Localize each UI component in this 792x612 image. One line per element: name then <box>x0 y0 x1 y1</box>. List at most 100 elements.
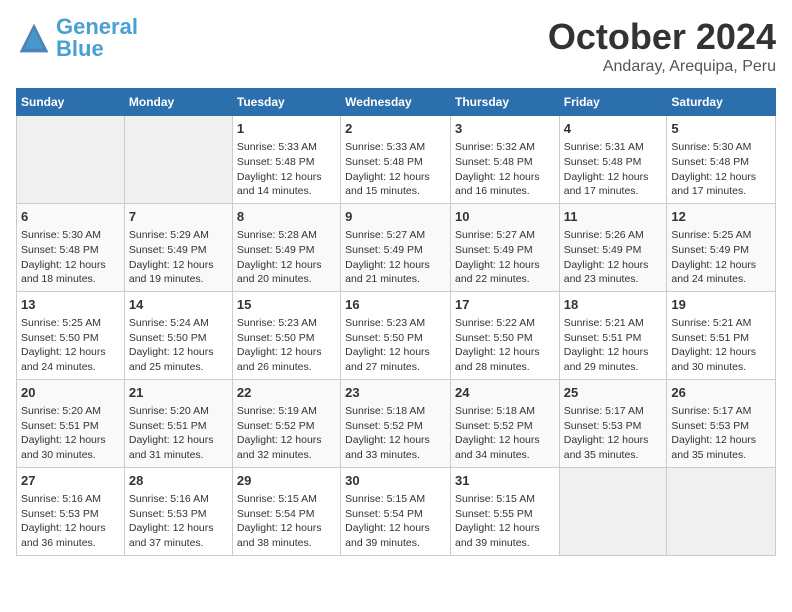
day-number: 16 <box>345 296 446 314</box>
daylight-text: Daylight: 12 hours and 21 minutes. <box>345 258 446 287</box>
day-number: 26 <box>671 384 771 402</box>
calendar-cell: 9 Sunrise: 5:27 AM Sunset: 5:49 PM Dayli… <box>341 203 451 291</box>
day-number: 18 <box>564 296 663 314</box>
calendar-week-row: 27 Sunrise: 5:16 AM Sunset: 5:53 PM Dayl… <box>17 467 776 555</box>
sunset-text: Sunset: 5:49 PM <box>455 243 555 258</box>
day-number: 2 <box>345 120 446 138</box>
sunset-text: Sunset: 5:50 PM <box>345 331 446 346</box>
day-number: 20 <box>21 384 120 402</box>
calendar-cell <box>124 116 232 204</box>
day-number: 5 <box>671 120 771 138</box>
sunset-text: Sunset: 5:51 PM <box>671 331 771 346</box>
sunset-text: Sunset: 5:50 PM <box>21 331 120 346</box>
sunset-text: Sunset: 5:48 PM <box>455 155 555 170</box>
daylight-text: Daylight: 12 hours and 30 minutes. <box>671 345 771 374</box>
daylight-text: Daylight: 12 hours and 39 minutes. <box>345 521 446 550</box>
calendar-body: 1 Sunrise: 5:33 AM Sunset: 5:48 PM Dayli… <box>17 116 776 556</box>
day-number: 24 <box>455 384 555 402</box>
day-number: 12 <box>671 208 771 226</box>
sunrise-text: Sunrise: 5:29 AM <box>129 228 228 243</box>
sunrise-text: Sunrise: 5:15 AM <box>455 492 555 507</box>
sunrise-text: Sunrise: 5:32 AM <box>455 140 555 155</box>
calendar-cell: 18 Sunrise: 5:21 AM Sunset: 5:51 PM Dayl… <box>559 291 667 379</box>
daylight-text: Daylight: 12 hours and 24 minutes. <box>671 258 771 287</box>
sunrise-text: Sunrise: 5:15 AM <box>237 492 336 507</box>
calendar-cell: 27 Sunrise: 5:16 AM Sunset: 5:53 PM Dayl… <box>17 467 125 555</box>
daylight-text: Daylight: 12 hours and 18 minutes. <box>21 258 120 287</box>
day-number: 17 <box>455 296 555 314</box>
day-number: 9 <box>345 208 446 226</box>
sunrise-text: Sunrise: 5:30 AM <box>21 228 120 243</box>
day-number: 19 <box>671 296 771 314</box>
sunrise-text: Sunrise: 5:15 AM <box>345 492 446 507</box>
sunset-text: Sunset: 5:48 PM <box>21 243 120 258</box>
sunset-text: Sunset: 5:52 PM <box>237 419 336 434</box>
sunrise-text: Sunrise: 5:18 AM <box>455 404 555 419</box>
sunset-text: Sunset: 5:48 PM <box>237 155 336 170</box>
daylight-text: Daylight: 12 hours and 26 minutes. <box>237 345 336 374</box>
sunrise-text: Sunrise: 5:22 AM <box>455 316 555 331</box>
daylight-text: Daylight: 12 hours and 36 minutes. <box>21 521 120 550</box>
sunset-text: Sunset: 5:48 PM <box>345 155 446 170</box>
sunset-text: Sunset: 5:53 PM <box>21 507 120 522</box>
sunset-text: Sunset: 5:49 PM <box>671 243 771 258</box>
sunrise-text: Sunrise: 5:33 AM <box>237 140 336 155</box>
calendar-cell: 7 Sunrise: 5:29 AM Sunset: 5:49 PM Dayli… <box>124 203 232 291</box>
calendar-cell: 20 Sunrise: 5:20 AM Sunset: 5:51 PM Dayl… <box>17 379 125 467</box>
daylight-text: Daylight: 12 hours and 16 minutes. <box>455 170 555 199</box>
day-number: 22 <box>237 384 336 402</box>
daylight-text: Daylight: 12 hours and 39 minutes. <box>455 521 555 550</box>
day-number: 10 <box>455 208 555 226</box>
day-number: 30 <box>345 472 446 490</box>
calendar-cell: 22 Sunrise: 5:19 AM Sunset: 5:52 PM Dayl… <box>232 379 340 467</box>
sunset-text: Sunset: 5:53 PM <box>129 507 228 522</box>
weekday-header: Thursday <box>450 89 559 116</box>
sunset-text: Sunset: 5:48 PM <box>671 155 771 170</box>
weekday-header: Saturday <box>667 89 776 116</box>
sunrise-text: Sunrise: 5:28 AM <box>237 228 336 243</box>
logo: General Blue <box>16 16 138 60</box>
logo-icon <box>16 20 52 56</box>
day-number: 23 <box>345 384 446 402</box>
sunrise-text: Sunrise: 5:33 AM <box>345 140 446 155</box>
sunrise-text: Sunrise: 5:18 AM <box>345 404 446 419</box>
sunset-text: Sunset: 5:52 PM <box>345 419 446 434</box>
calendar-cell: 8 Sunrise: 5:28 AM Sunset: 5:49 PM Dayli… <box>232 203 340 291</box>
daylight-text: Daylight: 12 hours and 14 minutes. <box>237 170 336 199</box>
daylight-text: Daylight: 12 hours and 27 minutes. <box>345 345 446 374</box>
sunset-text: Sunset: 5:50 PM <box>455 331 555 346</box>
sunrise-text: Sunrise: 5:31 AM <box>564 140 663 155</box>
day-number: 1 <box>237 120 336 138</box>
calendar-table: SundayMondayTuesdayWednesdayThursdayFrid… <box>16 88 776 556</box>
day-number: 29 <box>237 472 336 490</box>
month-title: October 2024 <box>548 16 776 58</box>
sunrise-text: Sunrise: 5:17 AM <box>564 404 663 419</box>
sunrise-text: Sunrise: 5:25 AM <box>671 228 771 243</box>
sunrise-text: Sunrise: 5:21 AM <box>671 316 771 331</box>
sunset-text: Sunset: 5:50 PM <box>129 331 228 346</box>
sunrise-text: Sunrise: 5:21 AM <box>564 316 663 331</box>
calendar-cell: 17 Sunrise: 5:22 AM Sunset: 5:50 PM Dayl… <box>450 291 559 379</box>
calendar-cell: 10 Sunrise: 5:27 AM Sunset: 5:49 PM Dayl… <box>450 203 559 291</box>
calendar-week-row: 1 Sunrise: 5:33 AM Sunset: 5:48 PM Dayli… <box>17 116 776 204</box>
sunset-text: Sunset: 5:55 PM <box>455 507 555 522</box>
calendar-week-row: 13 Sunrise: 5:25 AM Sunset: 5:50 PM Dayl… <box>17 291 776 379</box>
weekday-header: Sunday <box>17 89 125 116</box>
daylight-text: Daylight: 12 hours and 25 minutes. <box>129 345 228 374</box>
calendar-cell: 11 Sunrise: 5:26 AM Sunset: 5:49 PM Dayl… <box>559 203 667 291</box>
daylight-text: Daylight: 12 hours and 31 minutes. <box>129 433 228 462</box>
sunset-text: Sunset: 5:49 PM <box>345 243 446 258</box>
title-block: October 2024 Andaray, Arequipa, Peru <box>548 16 776 76</box>
sunrise-text: Sunrise: 5:30 AM <box>671 140 771 155</box>
sunrise-text: Sunrise: 5:19 AM <box>237 404 336 419</box>
calendar-cell: 28 Sunrise: 5:16 AM Sunset: 5:53 PM Dayl… <box>124 467 232 555</box>
sunset-text: Sunset: 5:49 PM <box>129 243 228 258</box>
calendar-cell: 19 Sunrise: 5:21 AM Sunset: 5:51 PM Dayl… <box>667 291 776 379</box>
calendar-cell: 21 Sunrise: 5:20 AM Sunset: 5:51 PM Dayl… <box>124 379 232 467</box>
daylight-text: Daylight: 12 hours and 37 minutes. <box>129 521 228 550</box>
weekday-header: Friday <box>559 89 667 116</box>
daylight-text: Daylight: 12 hours and 17 minutes. <box>564 170 663 199</box>
day-number: 8 <box>237 208 336 226</box>
page-header: General Blue October 2024 Andaray, Arequ… <box>16 16 776 76</box>
day-number: 25 <box>564 384 663 402</box>
